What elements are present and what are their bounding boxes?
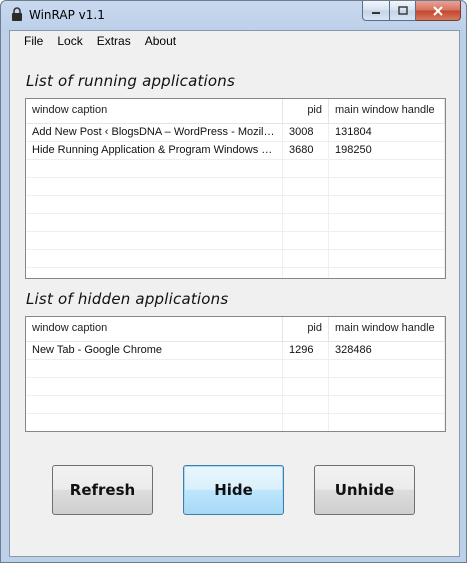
menu-bar: File Lock Extras About	[10, 31, 459, 53]
empty-row	[26, 196, 445, 214]
hidden-apps-heading: List of hidden applications	[26, 290, 229, 308]
cell-window-handle: 328486	[329, 342, 445, 359]
running-apps-heading: List of running applications	[26, 72, 236, 90]
maximize-button[interactable]	[390, 1, 416, 21]
empty-row	[26, 378, 445, 396]
padlock-icon	[12, 7, 22, 21]
empty-row	[26, 232, 445, 250]
column-pid[interactable]: pid	[283, 317, 329, 341]
window-title: WinRAP v1.1	[29, 8, 105, 22]
cell-window-handle: 131804	[329, 124, 445, 141]
running-apps-list[interactable]: window caption pid main window handle Ad…	[25, 98, 446, 279]
menu-about[interactable]: About	[138, 31, 183, 53]
empty-row	[26, 360, 445, 378]
menu-lock[interactable]: Lock	[50, 31, 89, 53]
table-row[interactable]: Add New Post ‹ BlogsDNA – WordPress - Mo…	[26, 124, 445, 142]
close-icon	[433, 5, 443, 16]
running-list-header: window caption pid main window handle	[26, 99, 445, 124]
cell-pid: 3680	[283, 142, 329, 159]
empty-row	[26, 250, 445, 268]
cell-window-caption: New Tab - Google Chrome	[26, 342, 283, 359]
title-bar[interactable]: WinRAP v1.1	[1, 1, 466, 29]
maximize-icon	[397, 6, 408, 15]
minimize-icon	[372, 11, 380, 14]
menu-extras[interactable]: Extras	[90, 31, 138, 53]
cell-window-handle: 198250	[329, 142, 445, 159]
empty-row	[26, 214, 445, 232]
empty-row	[26, 160, 445, 178]
empty-row	[26, 396, 445, 414]
refresh-button[interactable]: Refresh	[52, 465, 153, 515]
close-button[interactable]	[416, 1, 461, 21]
minimize-button[interactable]	[362, 1, 390, 21]
menu-file[interactable]: File	[17, 31, 50, 53]
cell-window-caption: Add New Post ‹ BlogsDNA – WordPress - Mo…	[26, 124, 283, 141]
empty-row	[26, 178, 445, 196]
cell-pid: 3008	[283, 124, 329, 141]
app-window: WinRAP v1.1 File Lock Extras About List …	[0, 0, 467, 563]
cell-window-caption: Hide Running Application & Program Windo…	[26, 142, 283, 159]
client-area: File Lock Extras About List of running a…	[9, 30, 460, 557]
column-window-caption[interactable]: window caption	[26, 317, 283, 341]
unhide-button[interactable]: Unhide	[314, 465, 415, 515]
table-row[interactable]: New Tab - Google Chrome 1296 328486	[26, 342, 445, 360]
column-pid[interactable]: pid	[283, 99, 329, 123]
column-main-window-handle[interactable]: main window handle	[329, 317, 445, 341]
column-main-window-handle[interactable]: main window handle	[329, 99, 445, 123]
hidden-list-header: window caption pid main window handle	[26, 317, 445, 342]
empty-row	[26, 414, 445, 431]
column-window-caption[interactable]: window caption	[26, 99, 283, 123]
cell-pid: 1296	[283, 342, 329, 359]
empty-row	[26, 268, 445, 278]
hide-button[interactable]: Hide	[183, 465, 284, 515]
table-row[interactable]: Hide Running Application & Program Windo…	[26, 142, 445, 160]
hidden-apps-list[interactable]: window caption pid main window handle Ne…	[25, 316, 446, 432]
